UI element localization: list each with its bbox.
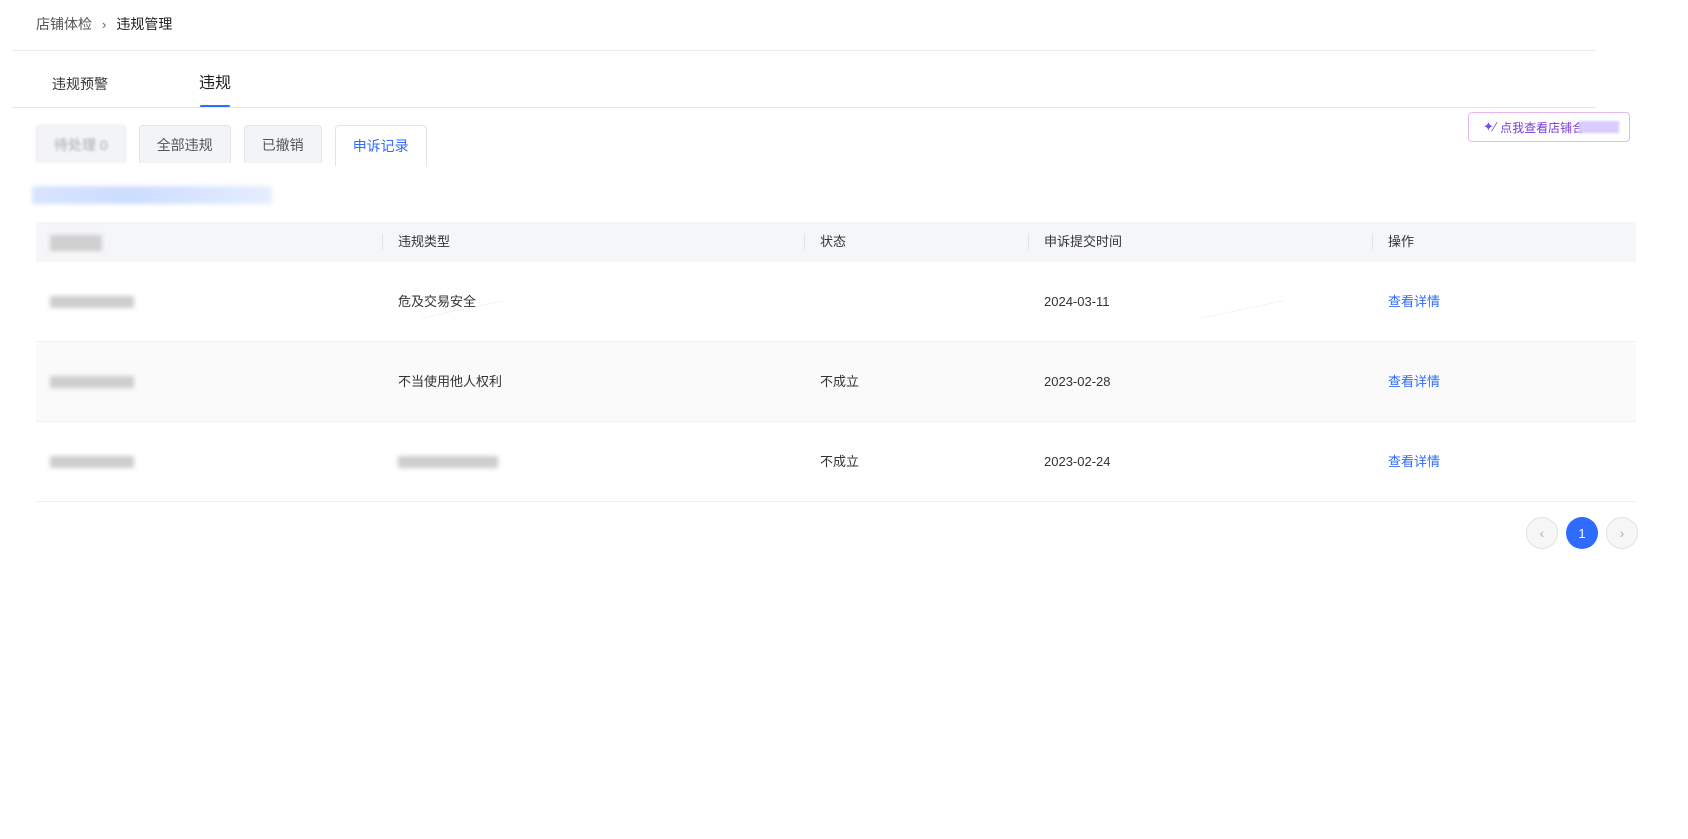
breadcrumb: 店铺体检 › 违规管理 <box>36 14 172 34</box>
redacted-text <box>398 456 498 469</box>
tab-violation-warning[interactable]: 违规预警 <box>52 60 108 108</box>
breadcrumb-current: 违规管理 <box>116 16 173 32</box>
prev-page-button[interactable]: ‹ <box>1526 517 1558 549</box>
view-details-link[interactable]: 查看详情 <box>1388 374 1440 389</box>
cell-redacted <box>36 422 382 502</box>
subtab-pending[interactable]: 待处理 0 <box>36 125 126 163</box>
shop-check-promo-button[interactable]: ✦⁄ 点我查看店铺合 <box>1468 112 1630 142</box>
table-row: 危及交易安全 2024-03-11 查看详情 <box>36 262 1636 342</box>
cell-action: 查看详情 <box>1372 262 1636 342</box>
next-page-button[interactable]: › <box>1606 517 1638 549</box>
cell-status <box>804 262 1028 342</box>
cell-type: 不当使用他人权利 <box>398 373 503 389</box>
redacted-region <box>1579 121 1619 133</box>
page-number-current[interactable]: 1 <box>1566 517 1598 549</box>
tabs-divider <box>12 107 1596 108</box>
redacted-text <box>50 456 134 469</box>
cell-redacted <box>36 262 382 342</box>
chevron-left-icon: ‹ <box>1539 525 1545 541</box>
cell-date: 2023-02-28 <box>1044 373 1111 389</box>
view-details-link[interactable]: 查看详情 <box>1388 454 1440 469</box>
cell-type-redacted <box>382 422 804 502</box>
column-header-action: 操作 <box>1372 222 1636 262</box>
subtab-revoked[interactable]: 已撤销 <box>243 125 322 163</box>
appeal-records-table: 违规类型 状态 申诉提交时间 操作 危及交易安全 2024-03-11 查看详情… <box>36 222 1636 502</box>
cell-type: 危及交易安全 <box>398 293 477 309</box>
cell-action: 查看详情 <box>1372 422 1636 502</box>
table-row: 不成立 2023-02-24 查看详情 <box>36 422 1636 502</box>
redacted-text <box>50 234 102 251</box>
tab-violation-label: 违规 <box>199 75 232 92</box>
cell-date: 2023-02-24 <box>1044 453 1111 469</box>
chevron-right-icon: › <box>1619 525 1625 541</box>
view-details-link[interactable]: 查看详情 <box>1388 294 1440 309</box>
cell-date: 2024-03-11 <box>1044 293 1110 309</box>
tab-violation[interactable]: 违规 <box>199 60 231 108</box>
table-row: 不当使用他人权利 不成立 2023-02-28 查看详情 <box>36 342 1636 422</box>
cell-status: 不成立 <box>820 373 860 389</box>
header-divider <box>12 50 1596 51</box>
redacted-text <box>50 296 134 309</box>
sparkle-icon: ✦⁄ <box>1483 119 1497 134</box>
main-tabs: 违规预警 违规 <box>12 60 1596 108</box>
cell-action: 查看详情 <box>1372 342 1636 422</box>
table-header: 违规类型 状态 申诉提交时间 操作 <box>36 222 1636 262</box>
sub-tabs: 待处理 0 全部违规 已撤销 申诉记录 <box>36 125 440 166</box>
breadcrumb-root[interactable]: 店铺体检 <box>36 14 92 34</box>
pagination: ‹ 1 › <box>1526 517 1646 549</box>
redacted-text <box>50 376 134 389</box>
cell-redacted <box>36 342 382 422</box>
column-header-status: 状态 <box>804 222 1028 262</box>
page: 店铺体检 › 违规管理 违规预警 违规 待处理 0 全部违规 已撤销 申诉记录 … <box>0 0 1688 839</box>
redacted-notice <box>32 186 272 204</box>
column-header-type: 违规类型 <box>382 222 804 262</box>
promo-label: 点我查看店铺合 <box>1500 120 1585 135</box>
subtab-all-violations[interactable]: 全部违规 <box>138 125 231 163</box>
chevron-right-icon: › <box>102 16 107 32</box>
cell-status: 不成立 <box>820 453 860 469</box>
column-header-redacted <box>36 222 382 262</box>
subtab-appeal-records[interactable]: 申诉记录 <box>334 125 427 166</box>
column-header-date: 申诉提交时间 <box>1028 222 1372 262</box>
